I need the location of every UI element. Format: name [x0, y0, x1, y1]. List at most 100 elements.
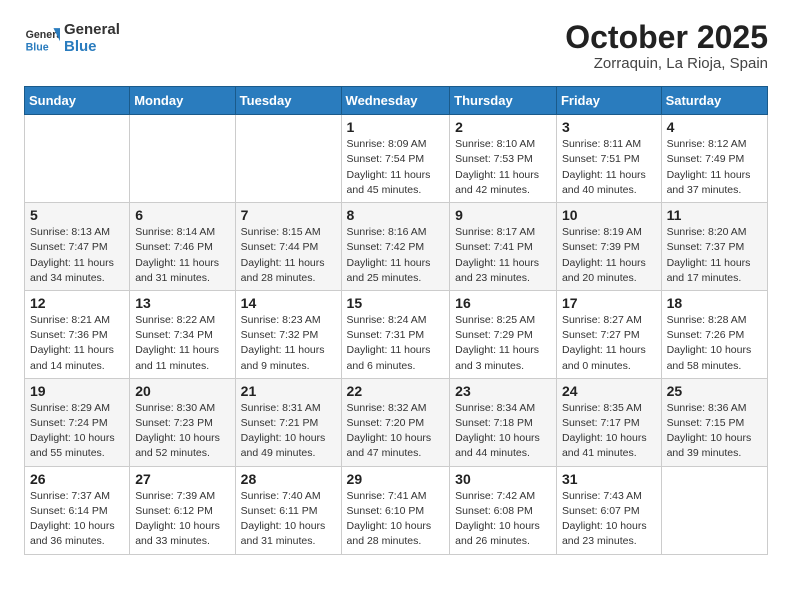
calendar-cell: 15 Sunrise: 8:24 AMSunset: 7:31 PMDayligh…	[341, 290, 450, 378]
calendar-cell: 5 Sunrise: 8:13 AMSunset: 7:47 PMDaylight…	[25, 203, 130, 291]
cell-day-number: 18	[667, 295, 762, 311]
calendar-cell: 14Sunrise: 8:23 AMSunset: 7:32 PMDayligh…	[235, 290, 341, 378]
header-saturday: Saturday	[661, 87, 767, 115]
calendar-week-row: 5 Sunrise: 8:13 AMSunset: 7:47 PMDaylight…	[25, 203, 768, 291]
calendar-cell: 24 Sunrise: 8:35 AMSunset: 7:17 PMDayligh…	[556, 378, 661, 466]
header-wednesday: Wednesday	[341, 87, 450, 115]
cell-day-number: 9	[455, 207, 551, 223]
cell-day-number: 3	[562, 119, 656, 135]
cell-info-text: Sunrise: 8:17 AMSunset: 7:41 PMDaylight:…	[455, 225, 551, 286]
logo-text-blue: Blue	[64, 38, 120, 55]
cell-info-text: Sunrise: 7:42 AMSunset: 6:08 PMDaylight:…	[455, 489, 551, 550]
cell-day-number: 24	[562, 383, 656, 399]
cell-info-text: Sunrise: 8:16 AMSunset: 7:42 PMDaylight:…	[347, 225, 445, 286]
calendar-cell: 22 Sunrise: 8:32 AMSunset: 7:20 PMDayligh…	[341, 378, 450, 466]
cell-info-text: Sunrise: 8:36 AMSunset: 7:15 PMDaylight:…	[667, 401, 762, 462]
calendar-cell: 6 Sunrise: 8:14 AMSunset: 7:46 PMDaylight…	[130, 203, 235, 291]
cell-info-text: Sunrise: 8:13 AMSunset: 7:47 PMDaylight:…	[30, 225, 124, 286]
cell-day-number: 29	[347, 471, 445, 487]
cell-info-text: Sunrise: 8:25 AMSunset: 7:29 PMDaylight:…	[455, 313, 551, 374]
cell-day-number: 7	[241, 207, 336, 223]
header-sunday: Sunday	[25, 87, 130, 115]
calendar-cell: 16 Sunrise: 8:25 AMSunset: 7:29 PMDayligh…	[450, 290, 557, 378]
calendar-cell: 17 Sunrise: 8:27 AMSunset: 7:27 PMDayligh…	[556, 290, 661, 378]
cell-info-text: Sunrise: 7:41 AMSunset: 6:10 PMDaylight:…	[347, 489, 445, 550]
header-thursday: Thursday	[450, 87, 557, 115]
calendar-cell: 10 Sunrise: 8:19 AMSunset: 7:39 PMDayligh…	[556, 203, 661, 291]
logo-icon: General Blue	[24, 20, 60, 56]
logo: General Blue General Blue	[24, 20, 120, 56]
cell-day-number: 12	[30, 295, 124, 311]
calendar-cell: 31 Sunrise: 7:43 AMSunset: 6:07 PMDayligh…	[556, 466, 661, 554]
calendar-week-row: 1 Sunrise: 8:09 AMSunset: 7:54 PMDaylight…	[25, 115, 768, 203]
calendar-cell	[130, 115, 235, 203]
cell-day-number: 31	[562, 471, 656, 487]
cell-info-text: Sunrise: 8:32 AMSunset: 7:20 PMDaylight:…	[347, 401, 445, 462]
days-of-week-row: Sunday Monday Tuesday Wednesday Thursday…	[25, 87, 768, 115]
cell-info-text: Sunrise: 8:29 AMSunset: 7:24 PMDaylight:…	[30, 401, 124, 462]
cell-info-text: Sunrise: 8:09 AMSunset: 7:54 PMDaylight:…	[347, 137, 445, 198]
cell-day-number: 11	[667, 207, 762, 223]
cell-info-text: Sunrise: 8:27 AMSunset: 7:27 PMDaylight:…	[562, 313, 656, 374]
cell-info-text: Sunrise: 8:21 AMSunset: 7:36 PMDaylight:…	[30, 313, 124, 374]
cell-info-text: Sunrise: 8:30 AMSunset: 7:23 PMDaylight:…	[135, 401, 229, 462]
cell-day-number: 21	[241, 383, 336, 399]
cell-info-text: Sunrise: 8:23 AMSunset: 7:32 PMDaylight:…	[241, 313, 336, 374]
calendar-subtitle: Zorraquin, La Rioja, Spain	[565, 55, 768, 72]
title-block: October 2025 Zorraquin, La Rioja, Spain	[565, 20, 768, 72]
cell-day-number: 22	[347, 383, 445, 399]
calendar-cell: 11 Sunrise: 8:20 AMSunset: 7:37 PMDayligh…	[661, 203, 767, 291]
cell-day-number: 27	[135, 471, 229, 487]
calendar-cell: 9 Sunrise: 8:17 AMSunset: 7:41 PMDaylight…	[450, 203, 557, 291]
calendar-cell: 30 Sunrise: 7:42 AMSunset: 6:08 PMDayligh…	[450, 466, 557, 554]
calendar-body: 1 Sunrise: 8:09 AMSunset: 7:54 PMDaylight…	[25, 115, 768, 554]
calendar-cell: 4Sunrise: 8:12 AMSunset: 7:49 PMDaylight…	[661, 115, 767, 203]
cell-day-number: 19	[30, 383, 124, 399]
cell-day-number: 13	[135, 295, 229, 311]
cell-info-text: Sunrise: 8:14 AMSunset: 7:46 PMDaylight:…	[135, 225, 229, 286]
cell-info-text: Sunrise: 8:22 AMSunset: 7:34 PMDaylight:…	[135, 313, 229, 374]
calendar-week-row: 19 Sunrise: 8:29 AMSunset: 7:24 PMDayligh…	[25, 378, 768, 466]
calendar-cell: 19 Sunrise: 8:29 AMSunset: 7:24 PMDayligh…	[25, 378, 130, 466]
calendar-cell: 27Sunrise: 7:39 AMSunset: 6:12 PMDayligh…	[130, 466, 235, 554]
cell-day-number: 1	[347, 119, 445, 135]
calendar-cell: 20 Sunrise: 8:30 AMSunset: 7:23 PMDayligh…	[130, 378, 235, 466]
header-tuesday: Tuesday	[235, 87, 341, 115]
cell-day-number: 6	[135, 207, 229, 223]
cell-info-text: Sunrise: 8:24 AMSunset: 7:31 PMDaylight:…	[347, 313, 445, 374]
header-monday: Monday	[130, 87, 235, 115]
calendar-cell: 1 Sunrise: 8:09 AMSunset: 7:54 PMDaylight…	[341, 115, 450, 203]
cell-day-number: 25	[667, 383, 762, 399]
cell-info-text: Sunrise: 8:35 AMSunset: 7:17 PMDaylight:…	[562, 401, 656, 462]
cell-info-text: Sunrise: 8:15 AMSunset: 7:44 PMDaylight:…	[241, 225, 336, 286]
calendar-cell	[25, 115, 130, 203]
header: General Blue General Blue October 2025 Z…	[24, 20, 768, 72]
cell-day-number: 17	[562, 295, 656, 311]
calendar-cell: 7 Sunrise: 8:15 AMSunset: 7:44 PMDaylight…	[235, 203, 341, 291]
cell-info-text: Sunrise: 8:11 AMSunset: 7:51 PMDaylight:…	[562, 137, 656, 198]
cell-day-number: 28	[241, 471, 336, 487]
cell-info-text: Sunrise: 8:12 AMSunset: 7:49 PMDaylight:…	[667, 137, 762, 198]
calendar-cell: 13 Sunrise: 8:22 AMSunset: 7:34 PMDayligh…	[130, 290, 235, 378]
cell-day-number: 2	[455, 119, 551, 135]
cell-day-number: 5	[30, 207, 124, 223]
cell-day-number: 16	[455, 295, 551, 311]
calendar-cell: 8 Sunrise: 8:16 AMSunset: 7:42 PMDaylight…	[341, 203, 450, 291]
cell-info-text: Sunrise: 8:20 AMSunset: 7:37 PMDaylight:…	[667, 225, 762, 286]
page: General Blue General Blue October 2025 Z…	[0, 0, 792, 612]
cell-day-number: 8	[347, 207, 445, 223]
cell-info-text: Sunrise: 8:19 AMSunset: 7:39 PMDaylight:…	[562, 225, 656, 286]
header-friday: Friday	[556, 87, 661, 115]
cell-info-text: Sunrise: 8:10 AMSunset: 7:53 PMDaylight:…	[455, 137, 551, 198]
cell-info-text: Sunrise: 7:43 AMSunset: 6:07 PMDaylight:…	[562, 489, 656, 550]
cell-day-number: 15	[347, 295, 445, 311]
calendar-cell	[235, 115, 341, 203]
svg-text:Blue: Blue	[26, 41, 49, 53]
cell-day-number: 23	[455, 383, 551, 399]
calendar-cell: 21Sunrise: 8:31 AMSunset: 7:21 PMDayligh…	[235, 378, 341, 466]
calendar-title: October 2025	[565, 20, 768, 55]
logo-text-general: General	[64, 21, 120, 38]
cell-day-number: 10	[562, 207, 656, 223]
cell-day-number: 20	[135, 383, 229, 399]
cell-day-number: 30	[455, 471, 551, 487]
